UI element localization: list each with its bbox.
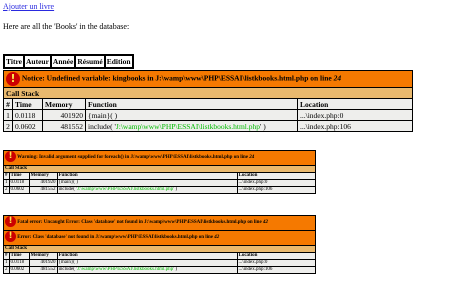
row-num: 2	[3, 120, 13, 132]
call-stack-label: Call Stack	[3, 87, 413, 99]
error-line: 42	[262, 220, 268, 225]
function-name: {main}( )	[58, 260, 78, 266]
function-name: include( '	[88, 121, 116, 131]
col-location: Location	[236, 172, 316, 180]
exclamation-icon: !	[6, 72, 20, 86]
col-location: Location	[297, 98, 413, 110]
row-function: {main}( )	[56, 259, 238, 267]
function-arg: J:\wamp\www\PHP\ESSAI\listkbooks.html.ph…	[115, 121, 260, 131]
function-name: {main}( )	[58, 180, 78, 186]
row-location: ...\index.php:106	[297, 120, 413, 132]
error-text: Fatal error: Uncaught Error: Class 'data…	[17, 220, 263, 225]
error-line: 42	[214, 235, 220, 240]
row-memory: 481552	[28, 266, 58, 274]
row-location: ...\index.php:0	[297, 109, 413, 121]
function-name: include( '	[58, 267, 78, 273]
header-annee: Année	[50, 55, 76, 68]
table-row: 1 0.0118 401920 {main}( ) ...\index.php:…	[3, 109, 413, 121]
row-location: ...\index.php:106	[236, 266, 316, 274]
row-location: ...\index.php:0	[236, 259, 316, 267]
row-location: ...\index.php:0	[236, 179, 316, 187]
row-time: 0.0602	[8, 266, 30, 274]
header-titre: Titre	[4, 55, 24, 68]
col-function: Function	[56, 252, 238, 260]
table-row: 2 0.0602 481552 include( 'J:\wamp\www\PH…	[3, 120, 413, 132]
header-auteur: Auteur	[23, 55, 51, 68]
books-table: Titre Auteur Année Résumé Edition	[3, 54, 134, 69]
row-time: 0.0118	[8, 179, 30, 187]
xdebug-warning-table: ! Warning: Invalid argument supplied for…	[3, 150, 316, 194]
col-time: Time	[8, 172, 30, 180]
intro-text: Here are all the 'Books' in the database…	[3, 22, 130, 31]
row-function: include( 'J:\wamp\www\PHP\ESSAI\listkboo…	[85, 120, 298, 132]
row-time: 0.0602	[12, 120, 43, 132]
table-row: 2 0.0602 481552 include( 'J:\wamp\www\PH…	[3, 186, 316, 194]
function-name: {main}( )	[88, 110, 118, 120]
row-memory: 401920	[28, 259, 58, 267]
function-end: ' )	[173, 267, 177, 273]
error-message: ! Warning: Invalid argument supplied for…	[3, 150, 316, 166]
function-name: include( '	[58, 187, 78, 193]
table-row: 1 0.0118 401920 {main}( ) ...\index.php:…	[3, 179, 316, 187]
col-memory: Memory	[42, 98, 86, 110]
call-stack-label: Call Stack	[3, 165, 316, 173]
error-message-row: ! Fatal error: Uncaught Error: Class 'da…	[3, 215, 316, 231]
error-line: 24	[333, 73, 342, 83]
error-message-row: ! Error: Class 'database' not found in J…	[3, 230, 316, 246]
row-memory: 481552	[42, 120, 86, 132]
books-header-row: Titre Auteur Année Résumé Edition	[4, 55, 133, 68]
xdebug-fatal-table: ! Fatal error: Uncaught Error: Class 'da…	[3, 215, 316, 274]
exclamation-icon: !	[5, 151, 16, 163]
function-arg: J:\wamp\www\PHP\ESSAI\listkbooks.html.ph…	[77, 267, 174, 273]
row-time: 0.0118	[12, 109, 43, 121]
row-memory: 481552	[28, 186, 58, 194]
function-end: ' )	[173, 187, 177, 193]
col-num: #	[3, 98, 13, 110]
col-memory: Memory	[28, 252, 58, 260]
error-message-row: ! Warning: Invalid argument supplied for…	[3, 150, 316, 166]
error-text: Error: Class 'database' not found in J:\…	[17, 235, 215, 240]
error-text: Warning: Invalid argument supplied for f…	[17, 155, 250, 160]
page: Ajouter un livre Here are all the 'Books…	[0, 0, 474, 304]
row-location: ...\index.php:106	[236, 186, 316, 194]
col-function: Function	[56, 172, 238, 180]
error-message-secondary: ! Error: Class 'database' not found in J…	[3, 230, 316, 246]
row-memory: 401920	[28, 179, 58, 187]
error-message: ! Notice: Undefined variable: kingbooks …	[3, 70, 413, 88]
col-memory: Memory	[28, 172, 58, 180]
row-function: include( 'J:\wamp\www\PHP\ESSAI\listkboo…	[56, 186, 238, 194]
row-time: 0.0118	[8, 259, 30, 267]
col-time: Time	[12, 98, 43, 110]
header-resume: Résumé	[75, 55, 105, 68]
row-time: 0.0602	[8, 186, 30, 194]
exclamation-icon: !	[5, 216, 16, 228]
function-end: ' )	[260, 121, 266, 131]
row-function: include( 'J:\wamp\www\PHP\ESSAI\listkboo…	[56, 266, 238, 274]
error-message-row: ! Notice: Undefined variable: kingbooks …	[3, 70, 413, 88]
call-stack-label: Call Stack	[3, 245, 316, 253]
call-stack-header: # Time Memory Function Location	[3, 98, 413, 110]
row-function: {main}( )	[85, 109, 298, 121]
row-memory: 401920	[42, 109, 86, 121]
function-arg: J:\wamp\www\PHP\ESSAI\listkbooks.html.ph…	[77, 187, 174, 193]
call-stack-header: # Time Memory Function Location	[3, 172, 316, 180]
table-row: 1 0.0118 401920 {main}( ) ...\index.php:…	[3, 259, 316, 267]
error-message: ! Fatal error: Uncaught Error: Class 'da…	[3, 215, 316, 231]
row-num: 1	[3, 109, 13, 121]
header-edition: Edition	[104, 55, 133, 68]
error-text: Notice: Undefined variable: kingbooks in…	[21, 73, 334, 83]
add-book-link[interactable]: Ajouter un livre	[3, 2, 54, 11]
error-line: 24	[249, 155, 255, 160]
col-location: Location	[236, 252, 316, 260]
table-row: 2 0.0602 481552 include( 'J:\wamp\www\PH…	[3, 266, 316, 274]
row-function: {main}( )	[56, 179, 238, 187]
exclamation-icon: !	[5, 231, 16, 243]
col-time: Time	[8, 252, 30, 260]
col-function: Function	[85, 98, 298, 110]
call-stack-header: # Time Memory Function Location	[3, 252, 316, 260]
xdebug-notice-table: ! Notice: Undefined variable: kingbooks …	[3, 70, 413, 132]
